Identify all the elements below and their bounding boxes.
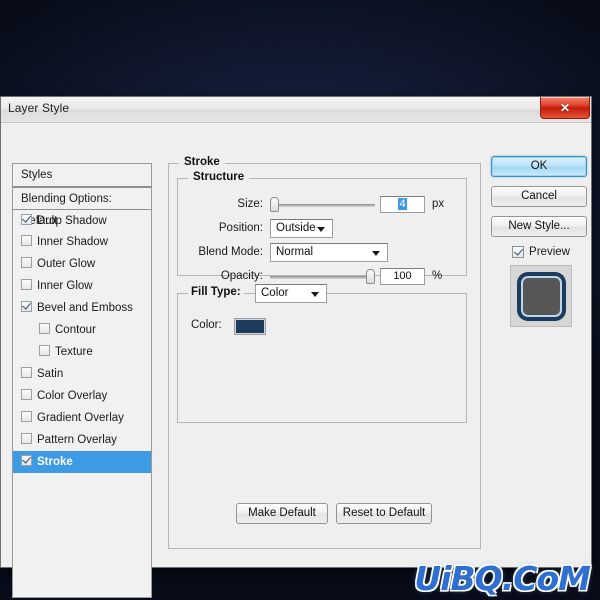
style-item-inner-shadow[interactable]: Inner Shadow — [13, 231, 151, 253]
checkbox-preview[interactable] — [512, 246, 525, 258]
style-item-label: Drop Shadow — [37, 215, 107, 227]
style-item-contour[interactable]: Contour — [13, 319, 151, 341]
fill-type-group: Fill Type: Color Color: — [177, 284, 467, 423]
position-label: Position: — [218, 222, 263, 234]
opacity-unit-label: % — [432, 270, 443, 282]
checkbox-inner-glow[interactable] — [21, 279, 32, 290]
checkbox-outer-glow[interactable] — [21, 257, 32, 268]
chevron-down-icon — [317, 227, 325, 232]
checkbox-pattern-overlay[interactable] — [21, 433, 32, 444]
blend-mode-value: Normal — [276, 246, 314, 258]
style-item-outer-glow[interactable]: Outer Glow — [13, 253, 151, 275]
size-slider-track[interactable] — [270, 204, 375, 207]
structure-group-title: Structure — [188, 171, 250, 183]
preview-thumbnail — [510, 265, 572, 327]
stroke-group-title: Stroke — [179, 156, 225, 168]
style-item-gradient-overlay[interactable]: Gradient Overlay — [13, 407, 151, 429]
dialog-body: Styles Blending Options: Default Drop Sh… — [1, 123, 591, 598]
checkbox-color-overlay[interactable] — [21, 389, 32, 400]
stroke-settings-panel: Stroke Structure Size: 4 px Position: Ou… — [163, 153, 481, 573]
preview-shape — [522, 277, 560, 315]
style-item-label: Inner Glow — [37, 280, 93, 292]
reset-to-default-button[interactable]: Reset to Default — [336, 503, 432, 524]
dialog-title: Layer Style — [8, 101, 70, 115]
fill-type-label: Fill Type: — [188, 286, 244, 298]
position-row: Position: Outside — [178, 219, 468, 240]
layer-style-dialog: Layer Style ✕ Styles Blending Options: D… — [0, 96, 592, 598]
position-value: Outside — [276, 222, 316, 234]
style-item-label: Gradient Overlay — [37, 412, 124, 424]
size-row: Size: 4 px — [178, 196, 468, 216]
style-item-color-overlay[interactable]: Color Overlay — [13, 385, 151, 407]
style-item-label: Outer Glow — [37, 258, 96, 270]
blending-options-row[interactable]: Blending Options: Default — [13, 187, 151, 227]
dialog-titlebar[interactable]: Layer Style ✕ — [1, 97, 591, 123]
style-item-label: Stroke — [37, 456, 73, 468]
styles-list-panel: Styles Blending Options: Default Drop Sh… — [12, 163, 152, 598]
style-item-satin[interactable]: Satin — [13, 363, 151, 385]
style-item-drop-shadow[interactable]: Drop Shadow — [13, 209, 151, 231]
checkbox-inner-shadow[interactable] — [21, 235, 32, 246]
structure-group: Structure Size: 4 px Position: Outside B… — [177, 171, 468, 285]
style-item-label: Inner Shadow — [37, 236, 108, 248]
style-item-label: Bevel and Emboss — [37, 302, 133, 314]
fill-type-value: Color — [261, 287, 289, 299]
close-icon: ✕ — [559, 100, 571, 115]
close-button[interactable]: ✕ — [540, 97, 590, 119]
chevron-down-icon — [372, 251, 380, 256]
checkbox-stroke[interactable] — [21, 455, 32, 466]
style-item-inner-glow[interactable]: Inner Glow — [13, 275, 151, 297]
color-swatch[interactable] — [234, 318, 266, 335]
opacity-label: Opacity: — [220, 270, 263, 282]
size-slider[interactable] — [270, 197, 375, 213]
blend-mode-row: Blend Mode: Normal — [178, 243, 468, 264]
blend-mode-label: Blend Mode: — [198, 246, 263, 258]
size-unit-label: px — [432, 198, 445, 210]
fill-type-dropdown[interactable]: Color — [255, 284, 327, 303]
dialog-actions-panel: OK Cancel New Style... Preview — [491, 156, 591, 327]
position-dropdown[interactable]: Outside — [270, 219, 333, 238]
style-item-label: Satin — [37, 368, 64, 380]
chevron-down-icon — [311, 292, 319, 297]
opacity-input[interactable]: 100 — [380, 268, 425, 285]
opacity-slider-thumb[interactable] — [366, 269, 375, 284]
preview-label: Preview — [529, 246, 570, 258]
size-slider-thumb[interactable] — [270, 197, 279, 212]
size-input[interactable]: 4 — [380, 196, 425, 213]
size-label: Size: — [237, 198, 263, 210]
style-item-pattern-overlay[interactable]: Pattern Overlay — [13, 429, 151, 451]
desktop-background: Layer Style ✕ Styles Blending Options: D… — [0, 0, 600, 600]
style-item-stroke[interactable]: Stroke — [13, 451, 151, 473]
checkbox-gradient-overlay[interactable] — [21, 411, 32, 422]
blend-mode-dropdown[interactable]: Normal — [270, 243, 388, 262]
new-style-button[interactable]: New Style... — [491, 216, 587, 237]
cancel-button[interactable]: Cancel — [491, 186, 587, 207]
checkbox-texture[interactable] — [39, 345, 50, 356]
opacity-slider[interactable] — [270, 269, 375, 285]
style-item-label: Color Overlay — [37, 390, 108, 402]
ok-button[interactable]: OK — [491, 156, 587, 177]
checkbox-drop-shadow[interactable] — [21, 214, 32, 225]
watermark: UiBQ.CoM — [414, 559, 591, 598]
checkbox-contour[interactable] — [39, 323, 50, 334]
style-item-label: Pattern Overlay — [37, 434, 117, 446]
opacity-slider-track[interactable] — [270, 276, 375, 279]
checkbox-satin[interactable] — [21, 367, 32, 378]
checkbox-bevel-and-emboss[interactable] — [21, 301, 32, 312]
color-label: Color: — [191, 319, 222, 331]
style-item-texture[interactable]: Texture — [13, 341, 151, 363]
preview-checkbox-row[interactable]: Preview — [491, 246, 591, 258]
make-default-button[interactable]: Make Default — [236, 503, 328, 524]
style-item-label: Texture — [55, 346, 93, 358]
style-item-bevel-and-emboss[interactable]: Bevel and Emboss — [13, 297, 151, 319]
styles-header: Styles — [13, 164, 151, 187]
style-item-label: Contour — [55, 324, 96, 336]
